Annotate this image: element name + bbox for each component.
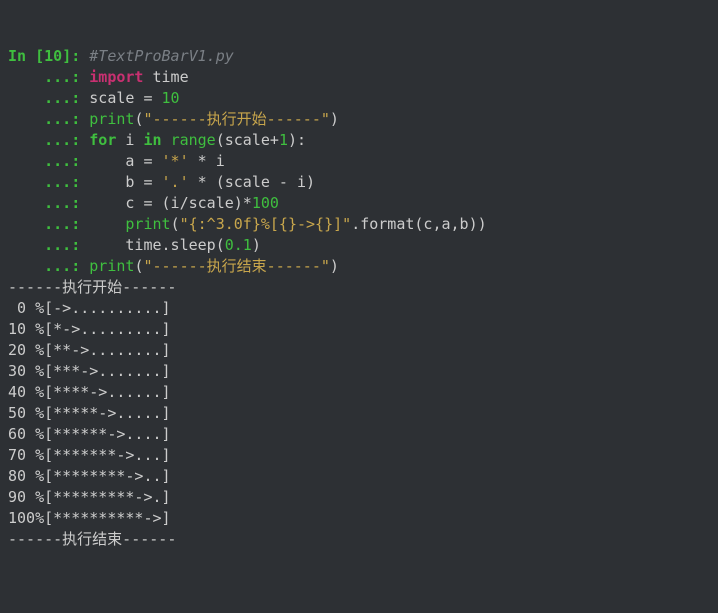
cont-prompt: ...:: [8, 257, 89, 275]
fn-print: print: [89, 110, 134, 128]
cont-prompt: ...:: [8, 236, 89, 254]
fn-range: range: [171, 131, 216, 149]
out-line: ------执行开始------: [8, 278, 176, 296]
comment-line: #TextProBarV1.py: [89, 47, 234, 65]
mod-time: time: [153, 68, 189, 86]
fn-print: print: [89, 257, 134, 275]
out-line: 100%[**********->]: [8, 509, 171, 527]
kw-import: import: [89, 68, 143, 86]
out-line: 0 %[->..........]: [8, 299, 171, 317]
out-line: 40 %[****->......]: [8, 383, 171, 401]
kw-for: for: [89, 131, 116, 149]
out-line: 60 %[******->....]: [8, 425, 171, 443]
code-cell: In [10]: #TextProBarV1.py ...: import ti…: [8, 46, 710, 277]
fn-print: print: [125, 215, 170, 233]
cont-prompt: ...:: [8, 89, 89, 107]
out-line: ------执行结束------: [8, 530, 176, 548]
cont-prompt: ...:: [8, 68, 89, 86]
kw-in: in: [143, 131, 161, 149]
cont-prompt: ...:: [8, 110, 89, 128]
cont-prompt: ...:: [8, 194, 89, 212]
output-block: ------执行开始------ 0 %[->..........] 10 %[…: [8, 277, 710, 550]
out-line: 30 %[***->.......]: [8, 362, 171, 380]
out-line: 90 %[*********->.]: [8, 488, 171, 506]
var-scale: scale: [89, 89, 134, 107]
cont-prompt: ...:: [8, 152, 89, 170]
out-line: 50 %[*****->.....]: [8, 404, 171, 422]
cont-prompt: ...:: [8, 215, 89, 233]
out-line: 10 %[*->.........]: [8, 320, 171, 338]
cont-prompt: ...:: [8, 131, 89, 149]
cont-prompt: ...:: [8, 173, 89, 191]
out-line: 70 %[*******->...]: [8, 446, 171, 464]
in-prompt: In [10]:: [8, 47, 89, 65]
str-end: "------执行结束------": [143, 257, 329, 275]
out-line: 80 %[********->..]: [8, 467, 171, 485]
out-line: 20 %[**->........]: [8, 341, 171, 359]
str-start: "------执行开始------": [143, 110, 329, 128]
